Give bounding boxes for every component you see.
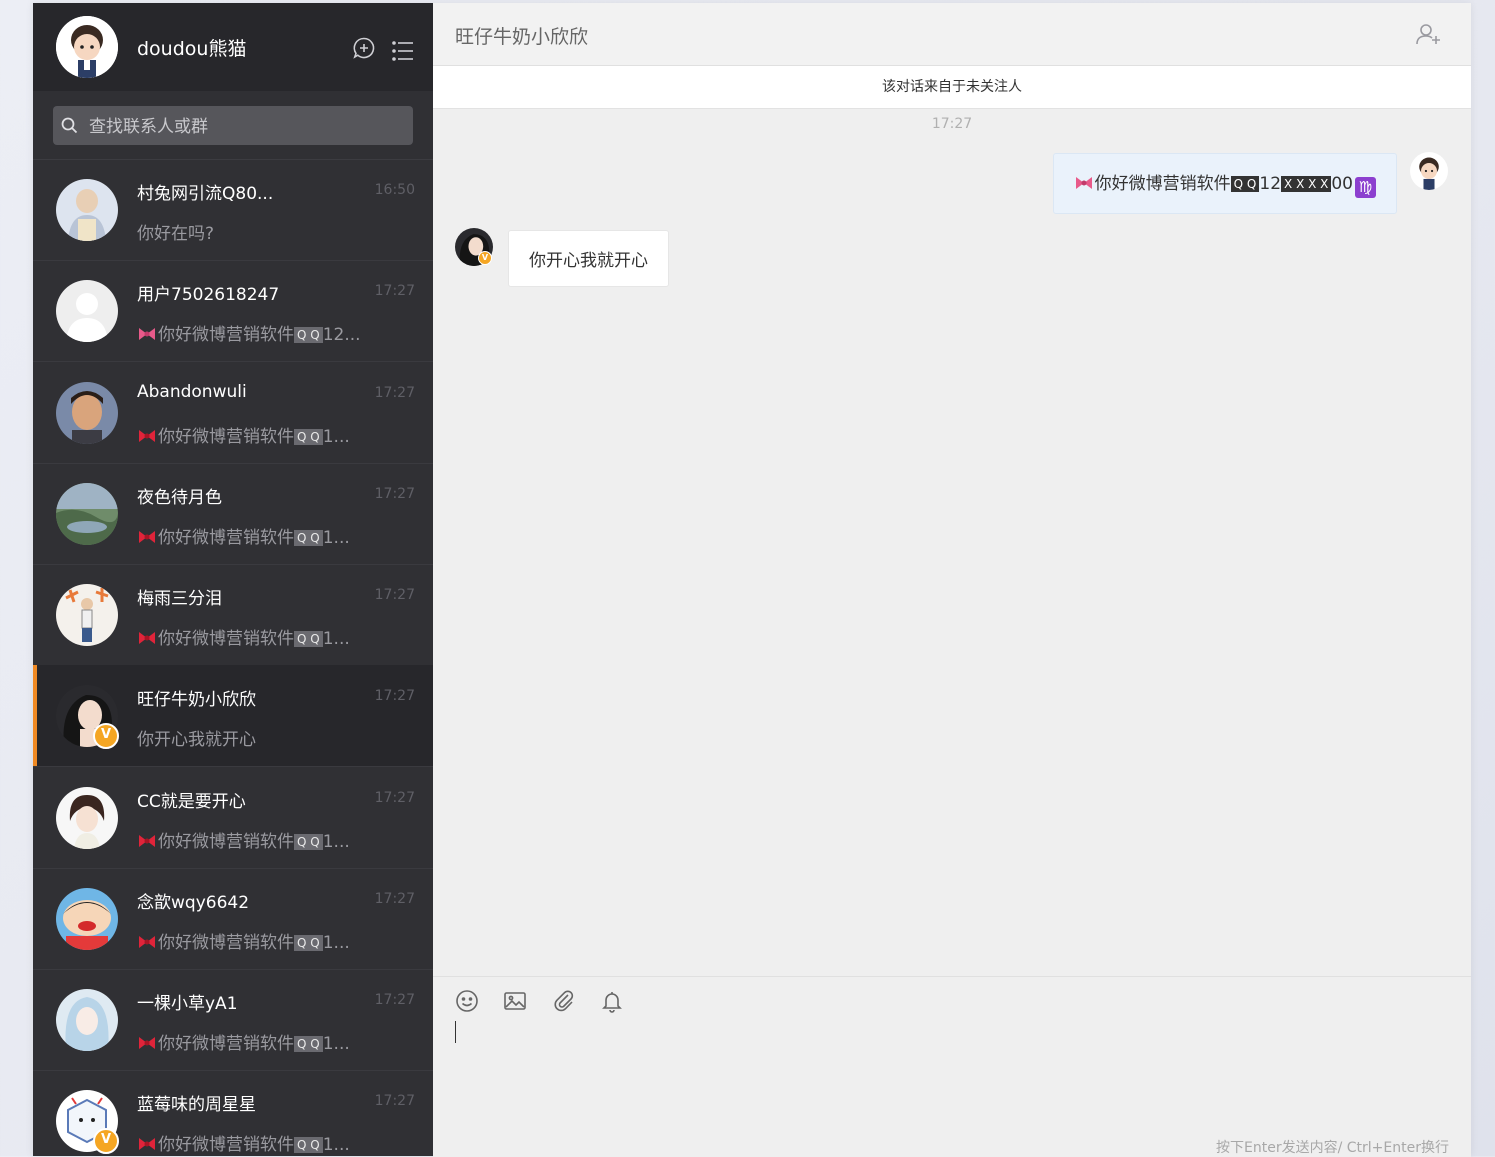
message-input[interactable] xyxy=(453,1019,1447,1113)
bell-icon[interactable] xyxy=(600,989,624,1017)
message-time: 16:50 xyxy=(374,182,415,198)
chat-title: 旺仔牛奶小欣欣 xyxy=(455,26,589,48)
conversation-item-active[interactable]: V 旺仔牛奶小欣欣 17:27 你开心我就开心 xyxy=(33,665,433,767)
contact-name: 一棵小草yA1 xyxy=(137,994,238,1014)
add-member-icon[interactable] xyxy=(1415,22,1443,50)
contact-name: 村兔网引流Q80... xyxy=(137,184,274,204)
contact-name: 夜色待月色 xyxy=(137,488,222,508)
contact-avatar xyxy=(56,179,118,241)
bow-emoji-icon xyxy=(137,1136,157,1152)
new-chat-icon[interactable] xyxy=(352,36,376,64)
contact-name: 旺仔牛奶小欣欣 xyxy=(137,690,256,710)
contact-name: 梅雨三分泪 xyxy=(137,589,222,609)
message-preview: 你好微博营销软件 Q Q 1... xyxy=(137,624,350,649)
message-preview: 你好微博营销软件 Q Q 1... xyxy=(137,928,350,953)
contact-name: CC就是要开心 xyxy=(137,792,246,812)
bow-emoji-icon xyxy=(137,934,157,950)
message-time: 17:27 xyxy=(374,891,415,907)
message-preview: 你好微博营销软件 Q Q 1... xyxy=(137,523,350,548)
message-preview: 你开心我就开心 xyxy=(137,730,256,750)
message-preview: 你好微博营销软件 Q Q 1... xyxy=(137,1029,350,1054)
bow-emoji-icon xyxy=(137,833,157,849)
incoming-message: 你开心我就开心 xyxy=(508,230,669,287)
message-time: 17:27 xyxy=(374,688,415,704)
search-input[interactable] xyxy=(87,106,407,147)
message-time: 17:27 xyxy=(374,385,415,401)
message-preview: 你好微博营销软件 Q Q 1... xyxy=(137,1130,350,1155)
chat-header: 旺仔牛奶小欣欣 xyxy=(433,3,1471,66)
my-avatar[interactable] xyxy=(1410,152,1448,190)
verified-badge-icon: V xyxy=(93,1128,119,1154)
conversation-item[interactable]: CC就是要开心 17:27 你好微博营销软件 Q Q 1... xyxy=(33,767,433,869)
profile-header: doudou熊猫 xyxy=(33,3,433,91)
contact-avatar xyxy=(56,888,118,950)
contact-avatar xyxy=(56,483,118,545)
active-indicator xyxy=(33,665,37,766)
message-preview: 你好在吗? xyxy=(137,224,215,244)
bow-emoji-icon xyxy=(137,1035,157,1051)
attachment-icon[interactable] xyxy=(552,989,576,1017)
contact-avatar xyxy=(56,584,118,646)
search-box[interactable] xyxy=(53,106,413,147)
conversation-item[interactable]: 村兔网引流Q80... 16:50 你好在吗? xyxy=(33,159,433,261)
stranger-notice: 该对话来自于未关注人 xyxy=(433,66,1471,109)
virgo-emoji-icon: ♍ xyxy=(1355,177,1376,198)
contact-name: 蓝莓味的周星星 xyxy=(137,1095,256,1115)
conversation-item[interactable]: 用户7502618247 17:27 你好微博营销软件 Q Q 12... xyxy=(33,260,433,362)
bow-emoji-icon xyxy=(137,428,157,444)
bow-emoji-icon xyxy=(137,630,157,646)
bow-emoji-icon xyxy=(137,326,157,342)
message-time: 17:27 xyxy=(374,587,415,603)
conversation-item[interactable]: 念歆wqy6642 17:27 你好微博营销软件 Q Q 1... xyxy=(33,868,433,970)
contact-avatar xyxy=(56,382,118,444)
verified-badge-icon: V xyxy=(93,723,119,749)
message-preview: 你好微博营销软件 Q Q 12... xyxy=(137,320,361,345)
message-time: 17:27 xyxy=(374,790,415,806)
send-hint: 按下Enter发送内容/ Ctrl+Enter换行 xyxy=(1216,1140,1449,1156)
contact-name: Abandonwuli xyxy=(137,382,247,402)
verified-badge-icon: V xyxy=(478,251,492,265)
message-composer: 按下Enter发送内容/ Ctrl+Enter换行 xyxy=(433,976,1471,1157)
message-time: 17:27 xyxy=(374,486,415,502)
conversation-item[interactable]: 夜色待月色 17:27 你好微博营销软件 Q Q 1... xyxy=(33,463,433,565)
message-time: 17:27 xyxy=(374,992,415,1008)
bow-emoji-icon xyxy=(137,529,157,545)
contact-avatar xyxy=(56,989,118,1051)
image-icon[interactable] xyxy=(503,989,527,1017)
contact-avatar xyxy=(56,787,118,849)
contact-name: 用户7502618247 xyxy=(137,285,280,305)
contact-avatar xyxy=(56,280,118,342)
user-avatar[interactable] xyxy=(56,16,118,78)
conversation-item[interactable]: 一棵小草yA1 17:27 你好微博营销软件 Q Q 1... xyxy=(33,969,433,1071)
sidebar: doudou熊猫 查找联系人或群 村兔网引流Q80... 16:50 你好在吗?… xyxy=(33,3,433,1156)
message-timestamp: 17:27 xyxy=(931,116,973,132)
chat-panel: 旺仔牛奶小欣欣 该对话来自于未关注人 17:27 你好微博营销软件 Q Q 12 X … xyxy=(433,3,1471,1157)
conversation-item[interactable]: Abandonwuli 17:27 你好微博营销软件 Q Q 1... xyxy=(33,362,433,464)
chat-app: doudou熊猫 查找联系人或群 村兔网引流Q80... 16:50 你好在吗?… xyxy=(33,3,1471,1157)
search-bar xyxy=(33,91,433,160)
message-time: 17:27 xyxy=(374,1093,415,1109)
message-time: 17:27 xyxy=(374,283,415,299)
message-preview: 你好微博营销软件 Q Q 1... xyxy=(137,422,350,447)
search-icon xyxy=(61,117,78,138)
outgoing-message: 你好微博营销软件 Q Q 12 X X X X 00 ♍ xyxy=(1052,153,1397,214)
conversation-item[interactable]: V 蓝莓味的周星星 17:27 你好微博营销软件 Q Q 1... xyxy=(33,1070,433,1156)
contact-name: 念歆wqy6642 xyxy=(137,893,250,913)
bow-emoji-icon xyxy=(1074,175,1094,191)
conversation-item[interactable]: 梅雨三分泪 17:27 你好微博营销软件 Q Q 1... xyxy=(33,564,433,666)
profile-name: doudou熊猫 xyxy=(137,38,247,60)
menu-icon[interactable] xyxy=(391,39,415,67)
message-preview: 你好微博营销软件 Q Q 1... xyxy=(137,827,350,852)
emoji-icon[interactable] xyxy=(455,989,479,1017)
